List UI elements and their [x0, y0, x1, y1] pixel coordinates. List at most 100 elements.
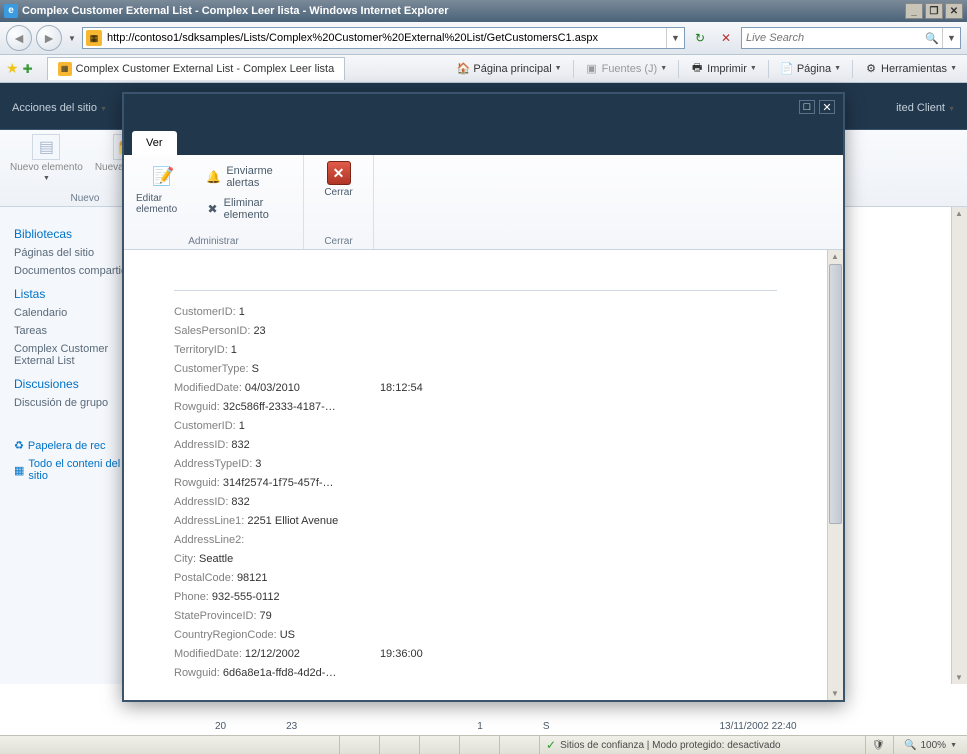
field-label: CustomerType: [174, 362, 249, 376]
ribbon-group-close: Cerrar [316, 236, 361, 247]
page-favicon: ▦ [86, 30, 102, 46]
field-value: 1 [239, 305, 245, 319]
close-window-button[interactable]: ✕ [945, 3, 963, 19]
field-value: 2251 Elliot Avenue [247, 514, 338, 528]
minimize-button[interactable]: _ [905, 3, 923, 19]
chevron-down-icon: ▼ [660, 65, 667, 72]
detail-field: TerritoryID:1 [174, 343, 777, 357]
address-input[interactable] [105, 28, 666, 48]
browser-tab[interactable]: ▦ Complex Customer External List - Compl… [47, 57, 346, 80]
address-dropdown[interactable]: ▼ [666, 28, 684, 48]
separator [852, 60, 853, 78]
favorites-icon[interactable]: ★ [6, 60, 19, 77]
detail-field: AddressID:832 [174, 495, 777, 509]
field-value: S [252, 362, 259, 376]
edit-item-button[interactable]: 📝 Editar elemento [136, 161, 190, 215]
dialog-ribbon: 📝 Editar elemento 🔔 Enviarme alertas ✖ E… [124, 155, 843, 250]
chevron-down-icon: ▼ [950, 65, 957, 72]
search-input[interactable] [742, 32, 922, 44]
zoom-icon: 🔍 [904, 740, 916, 751]
page-scrollbar[interactable] [951, 207, 967, 684]
field-label: Rowguid: [174, 476, 220, 490]
recycle-icon: ♻ [14, 439, 24, 452]
restore-button[interactable]: ❐ [925, 3, 943, 19]
zoom-value: 100% [920, 740, 946, 751]
field-label: SalesPersonID: [174, 324, 250, 338]
delete-item-button[interactable]: ✖ Eliminar elemento [206, 197, 291, 221]
field-value: 832 [231, 495, 249, 509]
feeds-button[interactable]: ▣ Fuentes (J) ▼ [581, 60, 672, 78]
separator [573, 60, 574, 78]
tab-label: Complex Customer External List - Complex… [76, 63, 335, 75]
field-value: 932-555-0112 [212, 590, 280, 604]
scrollbar-thumb[interactable] [829, 264, 842, 524]
background-list-row: 20 23 1 S 13/11/2002 22:40 [155, 717, 951, 735]
field-label: Phone: [174, 590, 209, 604]
dialog-close-button[interactable]: ✕ [819, 100, 835, 114]
back-button[interactable]: ◄ [6, 25, 32, 51]
dialog-header: □ ✕ Ver [124, 94, 843, 155]
field-value: 832 [231, 438, 249, 452]
site-actions-menu[interactable]: Acciones del sitio ▼ [12, 102, 107, 114]
zoom-control[interactable]: 🔍 100% ▼ [894, 740, 967, 751]
tab-favicon: ▦ [58, 62, 72, 76]
close-dialog-button[interactable]: ✕ Cerrar [324, 161, 352, 198]
field-value: 23 [253, 324, 265, 338]
detail-field: AddressTypeID:3 [174, 457, 777, 471]
security-zone[interactable]: ✓ Sitios de confianza | Modo protegido: … [540, 736, 866, 754]
field-label: AddressID: [174, 438, 228, 452]
delete-icon: ✖ [206, 201, 218, 217]
alert-me-button[interactable]: 🔔 Enviarme alertas [206, 165, 291, 189]
command-bar: ★ ✚ ▦ Complex Customer External List - C… [0, 55, 967, 83]
add-favorite-icon[interactable]: ✚ [23, 62, 33, 76]
field-label: AddressLine2: [174, 533, 244, 547]
print-button[interactable]: 🖶 Imprimir ▼ [686, 60, 761, 78]
window-titlebar: e Complex Customer External List - Compl… [0, 0, 967, 22]
detail-field: CustomerType:S [174, 362, 777, 376]
field-label: AddressTypeID: [174, 457, 252, 471]
field-value: 1 [231, 343, 237, 357]
protect-mode-icon[interactable]: 🛡 [866, 736, 894, 754]
top-right-link[interactable]: ited Client ▼ [896, 102, 955, 114]
detail-field: Rowguid:32c586ff-2333-4187-… [174, 400, 777, 414]
printer-icon: 🖶 [690, 62, 704, 76]
new-item-button[interactable]: ▤ Nuevo elemento ▼ [10, 134, 83, 182]
stop-button[interactable]: ✕ [715, 27, 737, 49]
field-label: TerritoryID: [174, 343, 228, 357]
search-dropdown[interactable]: ▼ [942, 28, 960, 48]
search-box[interactable]: 🔍 ▼ [741, 27, 961, 49]
forward-button[interactable]: ► [36, 25, 62, 51]
chevron-down-icon: ▼ [750, 65, 757, 72]
field-label: ModifiedDate: [174, 381, 242, 395]
search-button[interactable]: 🔍 [922, 28, 942, 48]
field-value: 79 [260, 609, 272, 623]
field-extra: 18:12:54 [380, 381, 423, 395]
bell-icon: 🔔 [206, 169, 221, 185]
dialog-scrollbar[interactable] [827, 250, 843, 700]
field-value: Seattle [199, 552, 233, 566]
tools-button[interactable]: ⚙ Herramientas ▼ [860, 60, 961, 78]
page-button[interactable]: 📄 Página ▼ [776, 60, 845, 78]
rss-icon: ▣ [585, 62, 599, 76]
close-icon: ✕ [327, 161, 351, 185]
detail-field: CustomerID:1 [174, 419, 777, 433]
nav-history-dropdown[interactable]: ▼ [66, 25, 78, 51]
home-button[interactable]: 🏠 Página principal ▼ [452, 60, 565, 78]
ribbon-group-label: Nuevo [70, 193, 99, 204]
dialog-tab-view[interactable]: Ver [132, 131, 177, 155]
new-item-icon: ▤ [32, 134, 60, 160]
field-label: StateProvinceID: [174, 609, 257, 623]
detail-field: Phone:932-555-0112 [174, 590, 777, 604]
refresh-button[interactable]: ↻ [689, 27, 711, 49]
address-bar[interactable]: ▦ ▼ [82, 27, 685, 49]
nav-bar: ◄ ► ▼ ▦ ▼ ↻ ✕ 🔍 ▼ [0, 22, 967, 55]
detail-field: CountryRegionCode:US [174, 628, 777, 642]
gear-icon: ⚙ [864, 62, 878, 76]
dialog-maximize-button[interactable]: □ [799, 100, 815, 114]
field-label: AddressLine1: [174, 514, 244, 528]
chevron-down-icon: ▼ [43, 175, 50, 182]
field-value: 6d6a8e1a-ffd8-4d2d-… [223, 666, 337, 680]
field-value: 32c586ff-2333-4187-… [223, 400, 336, 414]
detail-field: Rowguid:6d6a8e1a-ffd8-4d2d-… [174, 666, 777, 680]
field-value: 3 [255, 457, 261, 471]
